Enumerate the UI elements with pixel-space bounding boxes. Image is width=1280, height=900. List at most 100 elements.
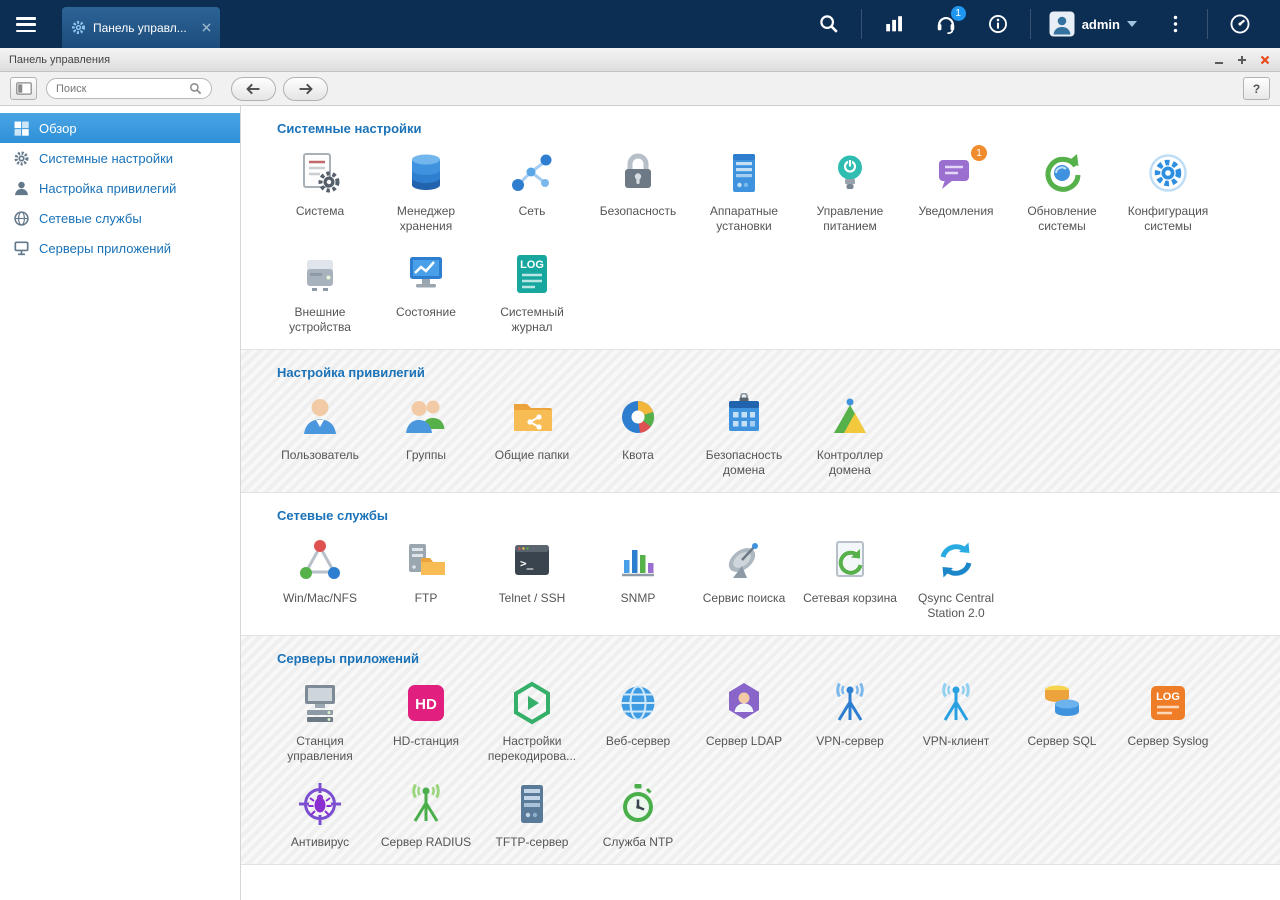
svg-text:HD: HD (415, 696, 437, 713)
back-button[interactable] (231, 77, 276, 101)
recycle-bin-icon (826, 536, 874, 584)
sidebar-item-system-settings[interactable]: Системные настройки (0, 143, 240, 173)
tile-label: Сервер LDAP (706, 734, 782, 749)
window-title: Панель управления (9, 54, 110, 66)
toolbar-search[interactable] (46, 78, 212, 99)
svg-text:LOG: LOG (520, 259, 544, 271)
info-icon[interactable] (985, 11, 1011, 37)
security-icon (614, 149, 662, 197)
config-icon (1144, 149, 1192, 197)
sidebar-item-label: Настройка привилегий (39, 181, 176, 196)
tile-label: FTP (415, 591, 438, 606)
external-icon (296, 250, 344, 298)
tile-label: Антивирус (291, 835, 349, 850)
tab-close-icon[interactable] (202, 23, 211, 32)
user-menu[interactable]: admin (1049, 11, 1137, 37)
tile-status[interactable]: Состояние (373, 250, 479, 335)
tile-label: Станция управления (268, 734, 372, 764)
tile-snmp[interactable]: SNMP (585, 536, 691, 621)
search-input[interactable] (56, 83, 185, 95)
tile-groups[interactable]: Группы (373, 393, 479, 478)
tile-label: Система (296, 204, 344, 219)
web-server-icon (614, 679, 662, 727)
tile-tftp-server[interactable]: TFTP-сервер (479, 780, 585, 850)
tile-storage[interactable]: Менеджер хранения (373, 149, 479, 234)
tile-vpn-client[interactable]: VPN-клиент (903, 679, 1009, 764)
sidebar-item-label: Системные настройки (39, 151, 173, 166)
main-content: Системные настройки Система Менеджер хра… (241, 106, 1280, 900)
close-button[interactable] (1258, 53, 1271, 66)
tile-user[interactable]: Пользователь (267, 393, 373, 478)
tiles-grid: Пользователь Группы Общие папки Квота Бе… (267, 389, 1232, 490)
forward-button[interactable] (283, 77, 328, 101)
tile-power[interactable]: Управление питанием (797, 149, 903, 234)
tile-notifications[interactable]: 1 Уведомления (903, 149, 1009, 234)
tile-security[interactable]: Безопасность (585, 149, 691, 234)
tile-hardware[interactable]: Аппаратные установки (691, 149, 797, 234)
sb-overview-icon (13, 120, 30, 137)
tiles-grid: Станция управления HD HD-станция Настрой… (267, 675, 1232, 862)
window-titlebar: Панель управления (0, 48, 1280, 72)
tile-config[interactable]: Конфигурация системы (1115, 149, 1221, 234)
tile-radius-server[interactable]: Сервер RADIUS (373, 780, 479, 850)
tile-web-server[interactable]: Веб-сервер (585, 679, 691, 764)
user-avatar-icon (1049, 11, 1075, 37)
maximize-button[interactable] (1235, 53, 1248, 66)
sidebar-toggle-button[interactable] (10, 77, 37, 100)
snmp-icon (614, 536, 662, 584)
nav-buttons (231, 77, 328, 101)
tile-update[interactable]: Обновление системы (1009, 149, 1115, 234)
tile-transcoding[interactable]: Настройки перекодирова... (479, 679, 585, 764)
tile-label: VPN-сервер (816, 734, 884, 749)
more-menu-icon[interactable] (1162, 11, 1188, 37)
tab-control-panel[interactable]: Панель управл... (62, 7, 220, 48)
status-icon (402, 250, 450, 298)
sidebar-item-label: Сетевые службы (39, 211, 142, 226)
tile-external[interactable]: Внешние устройства (267, 250, 373, 335)
tile-domain-security[interactable]: Безопасность домена (691, 393, 797, 478)
tile-recycle-bin[interactable]: Сетевая корзина (797, 536, 903, 621)
background-tasks-icon[interactable] (881, 11, 907, 37)
tile-vpn-server[interactable]: VPN-сервер (797, 679, 903, 764)
dashboard-icon[interactable] (1227, 11, 1253, 37)
tile-domain-controller[interactable]: Контроллер домена (797, 393, 903, 478)
sidebar-item-label: Серверы приложений (39, 241, 171, 256)
tile-hd-station[interactable]: HD HD-станция (373, 679, 479, 764)
tile-quota[interactable]: Квота (585, 393, 691, 478)
tile-ftp[interactable]: FTP (373, 536, 479, 621)
tile-qsync[interactable]: Qsync Central Station 2.0 (903, 536, 1009, 621)
tile-antivirus[interactable]: Антивирус (267, 780, 373, 850)
tile-label: Внешние устройства (268, 305, 372, 335)
minimize-button[interactable] (1212, 53, 1225, 66)
tile-telnet-ssh[interactable]: >_ Telnet / SSH (479, 536, 585, 621)
sidebar-item-overview[interactable]: Обзор (0, 113, 240, 143)
tile-win-mac-nfs[interactable]: Win/Mac/NFS (267, 536, 373, 621)
tile-syslog-server[interactable]: LOG Сервер Syslog (1115, 679, 1221, 764)
sidebar-item-network-services[interactable]: Сетевые службы (0, 203, 240, 233)
sql-server-icon (1038, 679, 1086, 727)
win-mac-nfs-icon (296, 536, 344, 584)
tile-ntp-service[interactable]: Служба NTP (585, 780, 691, 850)
window-controls (1212, 53, 1271, 66)
tile-network[interactable]: Сеть (479, 149, 585, 234)
tile-label: TFTP-сервер (496, 835, 569, 850)
tile-shared-folders[interactable]: Общие папки (479, 393, 585, 478)
helpdesk-icon[interactable]: 1 (933, 11, 959, 37)
tile-label: Пользователь (281, 448, 359, 463)
search-icon[interactable] (816, 11, 842, 37)
tile-sql-server[interactable]: Сервер SQL (1009, 679, 1115, 764)
tile-label: HD-станция (393, 734, 459, 749)
tile-management-station[interactable]: Станция управления (267, 679, 373, 764)
tile-system-log[interactable]: LOG Системный журнал (479, 250, 585, 335)
tile-label: Обновление системы (1010, 204, 1114, 234)
help-button[interactable]: ? (1243, 77, 1270, 100)
groups-icon (402, 393, 450, 441)
tile-ldap-server[interactable]: Сервер LDAP (691, 679, 797, 764)
main-menu-button[interactable] (16, 17, 36, 32)
sidebar-item-application-servers[interactable]: Серверы приложений (0, 233, 240, 263)
tile-system[interactable]: Система (267, 149, 373, 234)
tile-search-service[interactable]: Сервис поиска (691, 536, 797, 621)
sidebar-item-privilege-settings[interactable]: Настройка привилегий (0, 173, 240, 203)
toolbar: ? (0, 72, 1280, 106)
tile-label: Служба NTP (603, 835, 674, 850)
